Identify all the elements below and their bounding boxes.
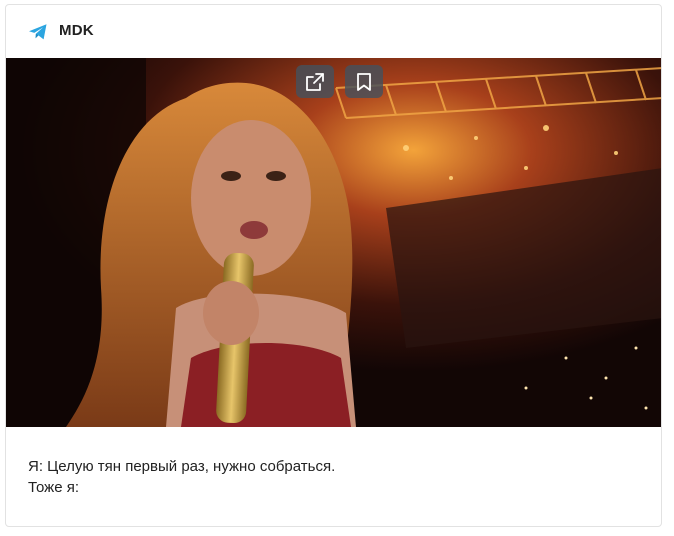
telegram-plane-icon [28,22,48,42]
post-caption: Я: Целую тян первый раз, нужно собраться… [28,456,335,498]
caption-line: Тоже я: [28,479,79,496]
video-frame-image [6,58,661,427]
post-card: MDK Я: Целую тян первый раз, нужно собра… [5,4,662,527]
open-external-button[interactable] [296,65,334,98]
post-video-frame[interactable] [6,58,661,427]
caption-line: Я: Целую тян первый раз, нужно собраться… [28,458,336,475]
bookmark-icon [355,72,373,92]
channel-name[interactable]: MDK [59,22,94,39]
open-external-icon [304,71,326,93]
post-header: MDK [6,5,661,59]
bookmark-button[interactable] [345,65,383,98]
